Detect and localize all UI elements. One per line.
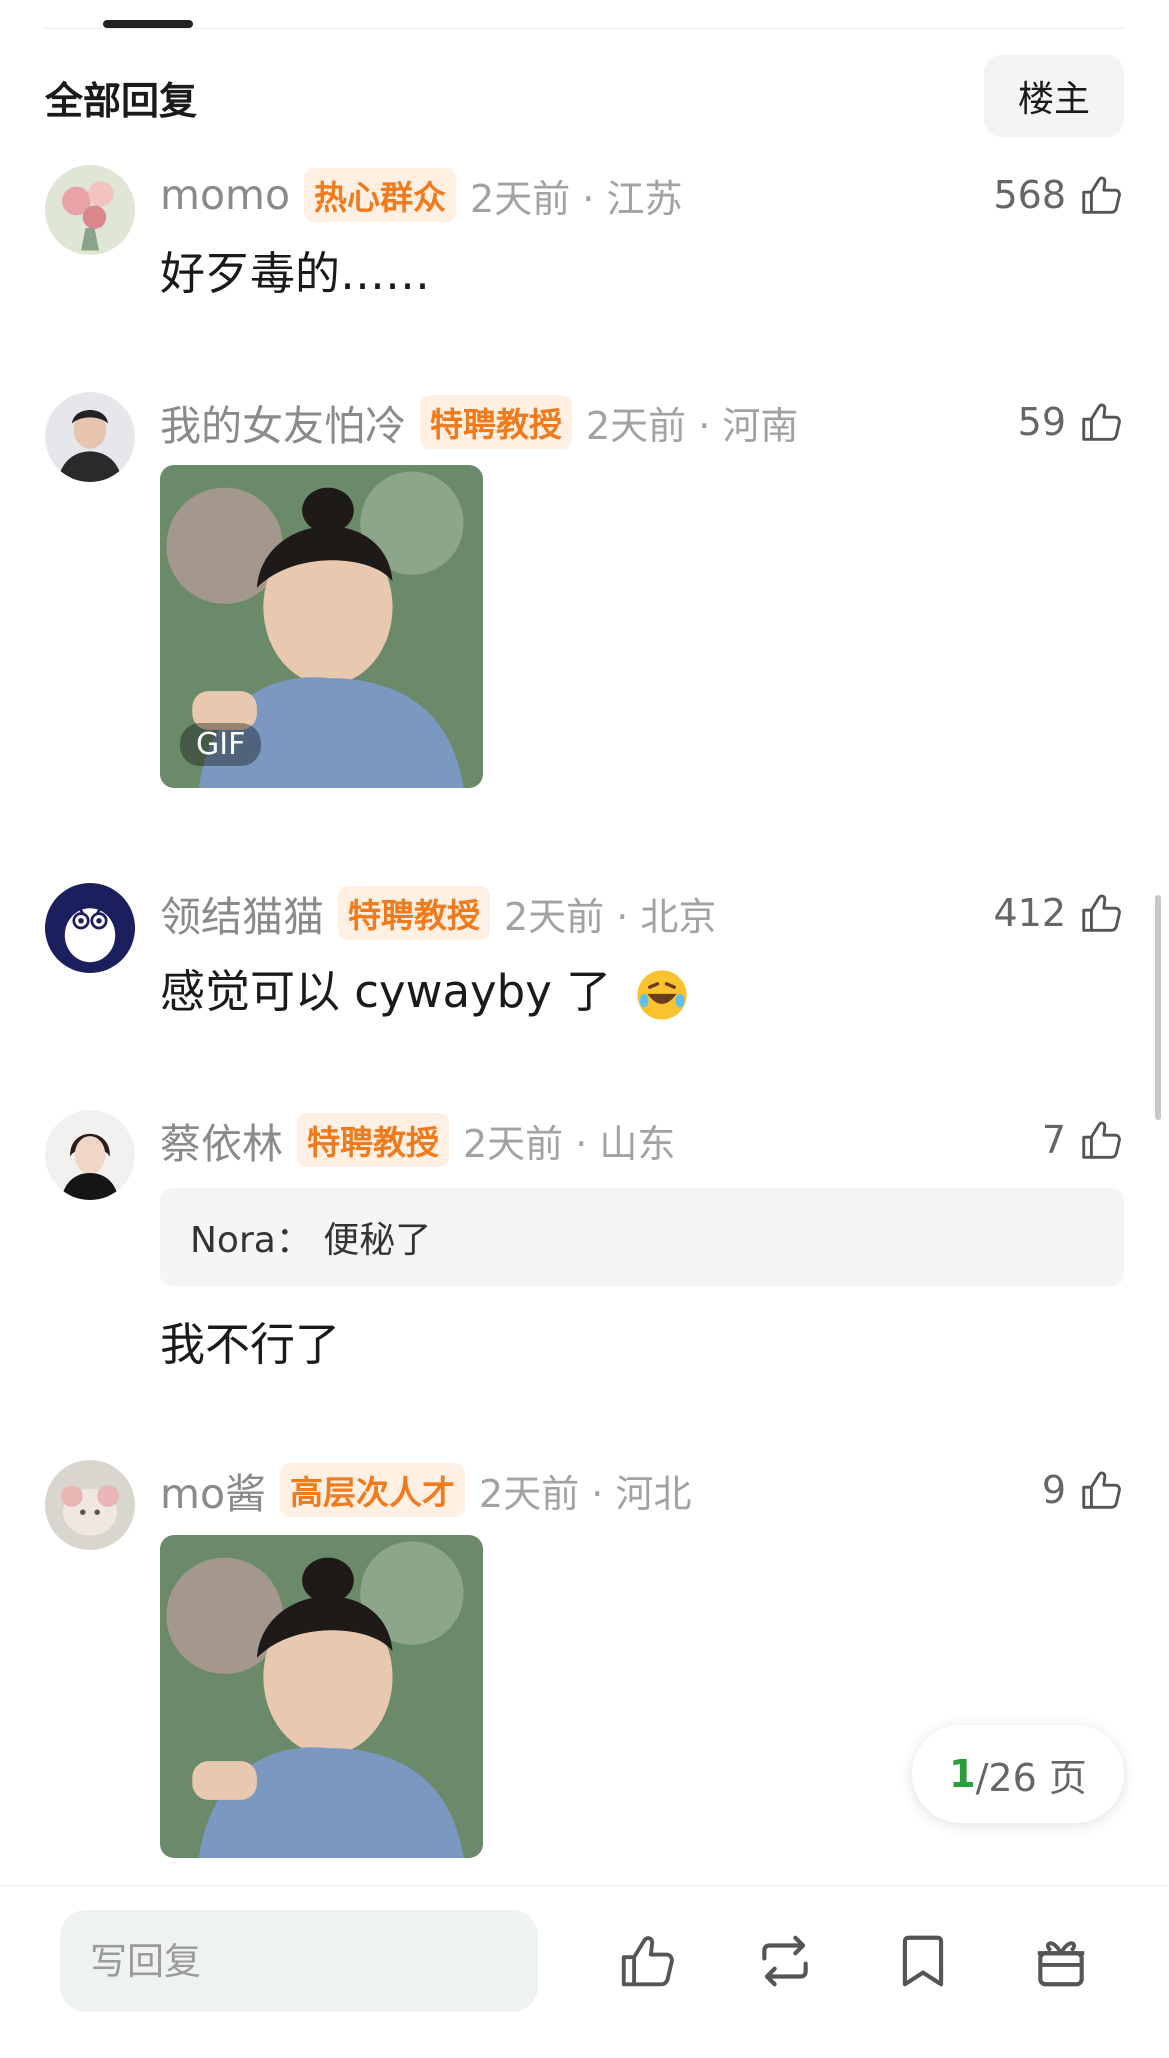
username[interactable]: 我的女友怕冷 bbox=[160, 392, 406, 452]
comment-text-row: 感觉可以 cywayby 了 bbox=[160, 955, 690, 1023]
replies-header: 全部回复 bbox=[45, 79, 198, 123]
user-badge: 特聘教授 bbox=[338, 886, 490, 940]
comment-meta: 领结猫猫 特聘教授 2天前 · 北京 bbox=[160, 883, 716, 943]
user-badge: 特聘教授 bbox=[420, 395, 572, 449]
like-button[interactable]: 59 bbox=[1018, 392, 1124, 452]
gift-icon bbox=[1030, 1930, 1092, 1992]
username[interactable]: 领结猫猫 bbox=[160, 883, 324, 943]
user-badge: 特聘教授 bbox=[297, 1113, 449, 1167]
total-pages: /26 页 bbox=[975, 1755, 1087, 1800]
gift-button[interactable] bbox=[1026, 1926, 1096, 1996]
divider bbox=[45, 28, 1124, 29]
reply-input[interactable] bbox=[60, 1910, 538, 2012]
avatar[interactable] bbox=[45, 1110, 135, 1200]
repost-icon bbox=[754, 1930, 816, 1992]
bookmark-icon bbox=[892, 1930, 954, 1992]
gif-label: GIF bbox=[180, 723, 262, 766]
time-location: 2天前 · 江苏 bbox=[470, 176, 683, 221]
time-location: 2天前 · 北京 bbox=[504, 894, 717, 939]
thumbs-up-icon bbox=[1078, 399, 1124, 445]
thumbs-up-icon bbox=[616, 1930, 678, 1992]
time-location: 2天前 · 河南 bbox=[586, 403, 799, 448]
bookmark-button[interactable] bbox=[888, 1926, 958, 1996]
like-button[interactable]: 7 bbox=[1042, 1110, 1124, 1170]
like-count: 7 bbox=[1041, 1118, 1066, 1162]
thumbs-up-icon bbox=[1078, 172, 1124, 218]
like-button[interactable]: 9 bbox=[1042, 1460, 1124, 1520]
thumbs-up-icon bbox=[1078, 1117, 1124, 1163]
tab-indicator bbox=[103, 20, 193, 28]
laughing-emoji-icon bbox=[634, 967, 690, 1023]
comment-gif-image[interactable]: GIF bbox=[160, 465, 483, 788]
scrollbar-thumb[interactable] bbox=[1155, 895, 1161, 1120]
time-location: 2天前 · 山东 bbox=[463, 1121, 676, 1166]
username[interactable]: momo bbox=[160, 171, 290, 219]
time-location: 2天前 · 河北 bbox=[479, 1471, 692, 1516]
comment-text: 感觉可以 cywayby 了 bbox=[160, 965, 612, 1018]
username[interactable]: 蔡依林 bbox=[160, 1110, 283, 1170]
repost-button[interactable] bbox=[750, 1926, 820, 1996]
comment-meta: 蔡依林 特聘教授 2天前 · 山东 bbox=[160, 1110, 675, 1170]
like-post-button[interactable] bbox=[612, 1926, 682, 1996]
like-button[interactable]: 412 bbox=[993, 883, 1124, 943]
like-count: 568 bbox=[993, 173, 1066, 217]
avatar[interactable] bbox=[45, 392, 135, 482]
current-page: 1 bbox=[949, 1752, 976, 1796]
like-count: 412 bbox=[993, 891, 1066, 935]
like-button[interactable]: 568 bbox=[993, 165, 1124, 225]
comment-text: 我不行了 bbox=[160, 1318, 341, 1371]
thread-replies-page: 全部回复 楼主 momo 热心群众 2天前 · 江苏 568 好歹毒的…… 我的… bbox=[0, 0, 1169, 2058]
avatar[interactable] bbox=[45, 165, 135, 255]
avatar[interactable] bbox=[45, 883, 135, 973]
quoted-reply[interactable]: Nora： 便秘了 bbox=[160, 1188, 1124, 1286]
comment-meta: mo酱 高层次人才 2天前 · 河北 bbox=[160, 1460, 691, 1520]
avatar[interactable] bbox=[45, 1460, 135, 1550]
user-badge: 热心群众 bbox=[304, 168, 457, 222]
comment-meta: 我的女友怕冷 特聘教授 2天前 · 河南 bbox=[160, 392, 798, 452]
thumbs-up-icon bbox=[1078, 890, 1124, 936]
comment-text: 好歹毒的…… bbox=[160, 247, 431, 300]
username[interactable]: mo酱 bbox=[160, 1460, 266, 1520]
like-count: 59 bbox=[1017, 400, 1066, 444]
user-badge: 高层次人才 bbox=[280, 1463, 466, 1517]
bottom-action-bar bbox=[0, 1885, 1169, 2058]
page-indicator[interactable]: 1 /26 页 bbox=[912, 1725, 1124, 1823]
like-count: 9 bbox=[1041, 1468, 1066, 1512]
comment-meta: momo 热心群众 2天前 · 江苏 bbox=[160, 165, 682, 225]
comment-image[interactable] bbox=[160, 1535, 483, 1858]
thumbs-up-icon bbox=[1078, 1467, 1124, 1513]
op-only-filter-button[interactable]: 楼主 bbox=[984, 55, 1124, 137]
